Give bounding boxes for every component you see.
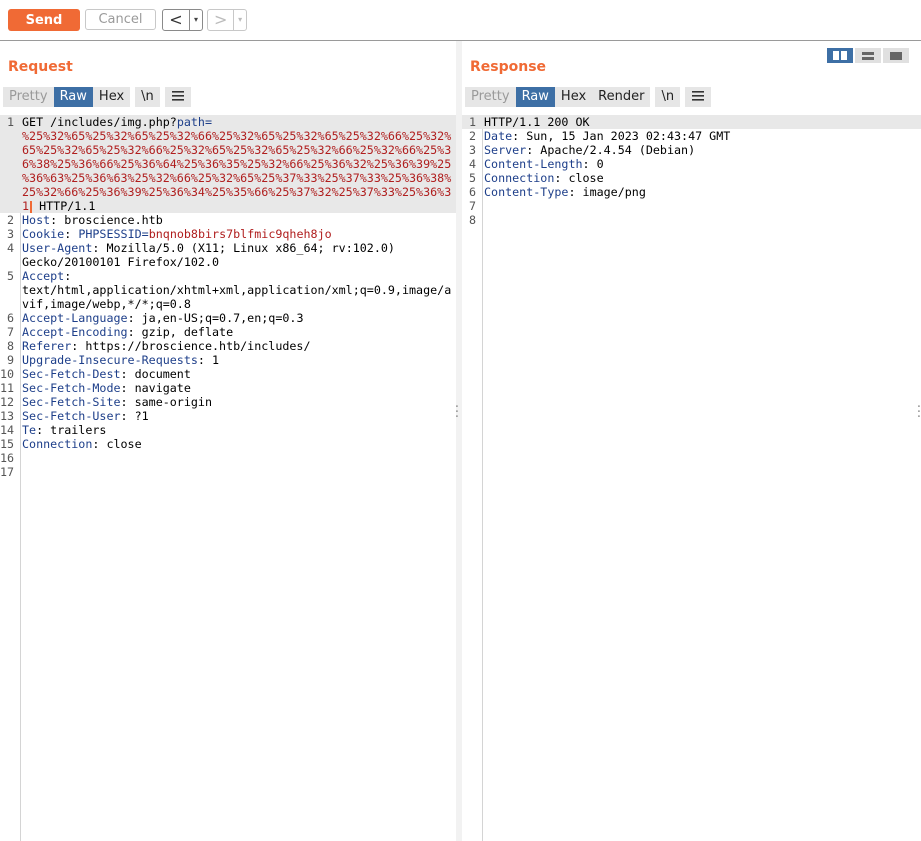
response-tab-render[interactable]: Render xyxy=(592,87,651,107)
response-editor[interactable]: 1 HTTP/1.1 200 OK 2 Date: Sun, 15 Jan 2023… xyxy=(462,115,921,841)
toolbar: Send Cancel < ▾ > ▾ xyxy=(0,0,921,41)
request-title: Request xyxy=(8,59,73,75)
code-line: 25%32%66%25%36%39%25%36%34%25%35%66%25%3… xyxy=(0,185,456,199)
code-line: 3 Server: Apache/2.4.54 (Debian) xyxy=(468,143,696,157)
code-line: 4 User-Agent: Mozilla/5.0 (X11; Linux x86… xyxy=(6,241,395,255)
code-line: 7 Accept-Encoding: gzip, deflate xyxy=(6,325,234,339)
code-line: 6 Content-Type: image/png xyxy=(468,185,646,199)
back-nav[interactable]: < ▾ xyxy=(162,9,203,31)
response-pane: Response Pretty Raw Hex Render \n 1 HTTP/… xyxy=(462,41,921,841)
code-line: 9 Upgrade-Insecure-Requests: 1 xyxy=(6,353,220,367)
code-line: 2 Host: broscience.htb xyxy=(6,213,163,227)
response-tab-newline[interactable]: \n xyxy=(655,87,681,107)
code-line: 5 Accept: xyxy=(6,269,72,283)
code-line: 4 Content-Length: 0 xyxy=(468,157,604,171)
code-line: 17 xyxy=(0,465,15,479)
code-line: 10 Sec-Fetch-Dest: document xyxy=(0,367,191,381)
send-button[interactable]: Send xyxy=(8,9,80,31)
request-menu-icon[interactable] xyxy=(164,87,191,107)
code-line: 1 GET /includes/img.php?path= xyxy=(0,115,456,129)
request-tab-hex[interactable]: Hex xyxy=(92,87,131,107)
code-line: 3 Cookie: PHPSESSID=bnqnob8birs7blfmic9qh… xyxy=(6,227,332,241)
code-line: 14 Te: trailers xyxy=(0,423,107,437)
layout-single-icon[interactable] xyxy=(883,48,909,63)
back-arrow-icon[interactable]: < xyxy=(163,10,190,30)
layout-horizontal-icon[interactable] xyxy=(855,48,881,63)
forward-dropdown-icon[interactable]: ▾ xyxy=(234,10,246,30)
drag-handle-icon[interactable]: · · · xyxy=(454,401,460,424)
cancel-button[interactable]: Cancel xyxy=(85,9,156,30)
code-line: 6 Accept-Language: ja,en-US;q=0.7,en;q=0.… xyxy=(6,311,304,325)
response-tab-hex[interactable]: Hex xyxy=(554,87,593,107)
code-line: %36%63%25%36%63%25%32%66%25%32%65%25%37%… xyxy=(0,171,456,185)
code-line: %25%32%65%25%32%65%25%32%66%25%32%65%25%… xyxy=(0,129,456,143)
code-line: 5 Connection: close xyxy=(468,171,604,185)
code-line: Gecko/20100101 Firefox/102.0 xyxy=(22,255,220,269)
response-tab-raw[interactable]: Raw xyxy=(515,87,555,107)
layout-split-icon[interactable] xyxy=(827,48,853,63)
request-pane: Request Pretty Raw Hex \n 1 GET /includes… xyxy=(0,41,456,841)
drag-handle-icon[interactable]: · · · xyxy=(916,401,921,424)
response-title: Response xyxy=(470,59,547,75)
code-line: 2 Date: Sun, 15 Jan 2023 02:43:47 GMT xyxy=(468,129,731,143)
response-menu-icon[interactable] xyxy=(685,87,712,107)
code-line: 8 Referer: https://broscience.htb/include… xyxy=(6,339,311,353)
code-line: 12 Sec-Fetch-Site: same-origin xyxy=(0,395,212,409)
code-line: 16 xyxy=(0,451,15,465)
code-line: 1 HTTP/1.1 xyxy=(0,199,456,213)
code-line: 65%25%32%65%25%32%66%25%32%65%25%32%65%2… xyxy=(0,143,456,157)
layout-toggle xyxy=(825,48,909,63)
code-line: text/html,application/xhtml+xml,applicat… xyxy=(22,283,452,297)
request-tab-newline[interactable]: \n xyxy=(135,87,160,107)
request-tab-pretty[interactable]: Pretty xyxy=(3,87,54,107)
request-tabs: Pretty Raw Hex \n xyxy=(3,87,191,107)
code-line: 13 Sec-Fetch-User: ?1 xyxy=(0,409,149,423)
response-tab-pretty[interactable]: Pretty xyxy=(465,87,516,107)
response-tabs: Pretty Raw Hex Render \n xyxy=(465,87,712,107)
code-line: 1 HTTP/1.1 200 OK xyxy=(462,115,921,129)
request-tab-raw[interactable]: Raw xyxy=(53,87,93,107)
forward-arrow-icon[interactable]: > xyxy=(208,10,235,30)
request-editor[interactable]: 1 GET /includes/img.php?path= %25%32%65%2… xyxy=(0,115,456,841)
response-code[interactable]: 1 HTTP/1.1 200 OK 2 Date: Sun, 15 Jan 2023… xyxy=(462,115,921,227)
code-line: 15 Connection: close xyxy=(0,437,142,451)
forward-nav[interactable]: > ▾ xyxy=(207,9,247,31)
back-dropdown-icon[interactable]: ▾ xyxy=(190,10,202,30)
code-line: 6%38%25%36%66%25%36%64%25%36%35%25%32%66… xyxy=(0,157,456,171)
code-line: 8 xyxy=(468,213,476,227)
code-line: 11 Sec-Fetch-Mode: navigate xyxy=(0,381,191,395)
code-line: 7 xyxy=(468,199,476,213)
code-line: vif,image/webp,*/*;q=0.8 xyxy=(22,297,191,311)
request-code[interactable]: 1 GET /includes/img.php?path= %25%32%65%2… xyxy=(0,115,456,479)
